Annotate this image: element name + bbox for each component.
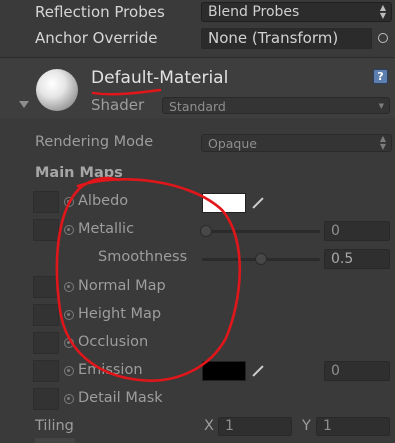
annotation-circle — [55, 176, 242, 382]
annotation-underline — [91, 88, 162, 96]
annotation-overlay — [55, 88, 242, 382]
